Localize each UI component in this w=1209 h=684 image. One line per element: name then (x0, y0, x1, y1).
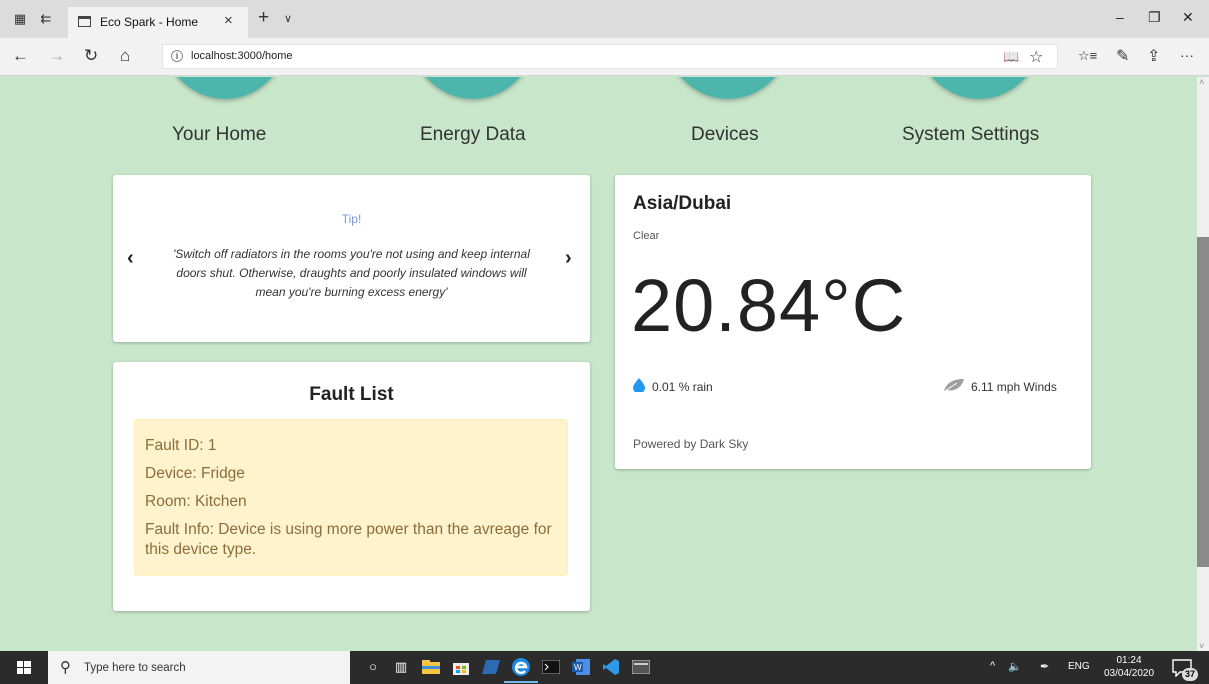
page-scrollbar[interactable]: ˄ ˅ (1197, 77, 1209, 651)
nav-circle-devices[interactable] (663, 77, 793, 99)
restore-button[interactable]: ❐ (1148, 9, 1161, 26)
fault-device: Device: Fridge (145, 465, 245, 482)
close-window-button[interactable]: ✕ (1182, 9, 1194, 26)
tab-close-icon[interactable]: × (224, 12, 233, 29)
page-favicon-icon (78, 16, 91, 27)
start-button[interactable] (0, 651, 48, 684)
volume-icon[interactable]: 🔈 (1008, 660, 1022, 673)
weather-card: Asia/Dubai Clear 20.84°C 0.01 % rain 6.1… (615, 175, 1091, 469)
leaf-wind-icon (944, 379, 964, 392)
windows-logo-icon (17, 661, 31, 674)
powershell-icon[interactable] (480, 656, 502, 678)
forward-button[interactable]: → (48, 46, 65, 66)
browser-titlebar: ▦ ⇇ Eco Spark - Home × + ∨ – ❐ ✕ (0, 0, 1209, 38)
reading-view-icon[interactable]: 📖 (1003, 49, 1019, 65)
tab-actions-icon[interactable]: ▦ (12, 11, 28, 27)
refresh-button[interactable]: ↻ (84, 46, 98, 66)
set-tabs-aside-icon[interactable]: ⇇ (38, 11, 54, 27)
fault-list-title: Fault List (309, 384, 394, 405)
pen-workspace-icon[interactable]: ✒ (1040, 660, 1049, 673)
weather-city: Asia/Dubai (633, 193, 732, 214)
nav-circle-your-home[interactable] (160, 77, 290, 99)
taskbar-search-box[interactable]: ⚲ Type here to search (48, 651, 350, 684)
carousel-prev-icon[interactable]: ‹ (127, 247, 134, 270)
raindrop-icon (633, 378, 645, 392)
language-indicator[interactable]: ENG (1068, 661, 1090, 672)
url-field[interactable]: i localhost:3000/home 📖 ☆ (162, 44, 1058, 69)
weather-rain: 0.01 % rain (652, 380, 713, 394)
tab-title: Eco Spark - Home (100, 15, 199, 29)
store-icon[interactable] (450, 656, 472, 678)
edge-browser-icon[interactable] (504, 656, 538, 683)
search-placeholder[interactable]: Type here to search (84, 662, 186, 674)
new-tab-button[interactable]: + (258, 8, 269, 28)
clock-time: 01:24 (1116, 655, 1142, 666)
cortana-icon[interactable]: ○ (362, 656, 384, 678)
minimize-button[interactable]: – (1116, 9, 1124, 25)
tip-carousel-card: Tip! ‹ 'Switch off radiators in the room… (113, 175, 590, 342)
add-favorite-icon[interactable]: ☆ (1029, 47, 1043, 67)
favorites-hub-icon[interactable]: ☆≡ (1078, 48, 1097, 64)
site-info-icon[interactable]: i (171, 50, 183, 62)
carousel-next-icon[interactable]: › (565, 247, 572, 270)
fault-id: Fault ID: 1 (145, 437, 217, 454)
fault-room: Room: Kitchen (145, 493, 247, 510)
powered-by-link[interactable]: Powered by Dark Sky (633, 437, 748, 451)
vscode-icon[interactable] (600, 656, 622, 678)
address-bar: ← → ↻ ⌂ i localhost:3000/home 📖 ☆ ☆≡ ✎ ⇪… (0, 38, 1209, 76)
nav-label-system-settings[interactable]: System Settings (902, 124, 1039, 146)
svg-text:W: W (574, 663, 582, 672)
task-view-icon[interactable]: ▥ (390, 656, 412, 678)
tab-eco-spark-home[interactable]: Eco Spark - Home × (68, 7, 248, 38)
nav-circle-system-settings[interactable] (914, 77, 1044, 99)
search-icon: ⚲ (60, 659, 71, 676)
taskbar-clock[interactable]: 01:24 03/04/2020 (1104, 654, 1154, 680)
weather-wind: 6.11 mph Winds (971, 380, 1057, 394)
notification-count-badge: 37 (1182, 668, 1198, 681)
fault-alert: Fault ID: 1 Device: Fridge Room: Kitchen… (134, 419, 568, 576)
scrollbar-thumb[interactable] (1197, 237, 1209, 567)
command-prompt-icon[interactable] (540, 656, 562, 678)
nav-circle-energy-data[interactable] (408, 77, 538, 99)
file-explorer-icon[interactable] (420, 656, 442, 678)
nav-label-energy-data[interactable]: Energy Data (420, 124, 526, 146)
tray-chevron-icon[interactable]: ^ (990, 660, 995, 672)
share-icon[interactable]: ⇪ (1147, 46, 1160, 66)
tip-text: 'Switch off radiators in the rooms you'r… (173, 247, 530, 299)
url-text[interactable]: localhost:3000/home (191, 50, 293, 62)
tip-title: Tip! (341, 212, 362, 226)
back-button[interactable]: ← (12, 46, 29, 66)
scroll-down-icon[interactable]: ˅ (1199, 641, 1204, 651)
home-button[interactable]: ⌂ (120, 46, 130, 66)
nav-label-devices[interactable]: Devices (691, 124, 759, 146)
weather-summary: Clear (633, 230, 660, 242)
windows-taskbar: ⚲ Type here to search ○ ▥ W ^ 🔈 ✒ ENG 01… (0, 651, 1209, 684)
clock-date: 03/04/2020 (1104, 668, 1155, 679)
fault-info: Fault Info: Device is using more power t… (145, 521, 552, 558)
terminal-window-icon[interactable] (630, 656, 652, 678)
add-notes-icon[interactable]: ✎ (1116, 46, 1129, 66)
page-viewport: Your Home Energy Data Devices System Set… (0, 77, 1197, 651)
nav-label-your-home[interactable]: Your Home (172, 124, 266, 146)
tab-list-chevron-icon[interactable]: ∨ (284, 12, 292, 25)
more-icon[interactable]: ··· (1180, 47, 1194, 63)
weather-temperature: 20.84°C (631, 264, 907, 347)
fault-list-card: Fault List Fault ID: 1 Device: Fridge Ro… (113, 362, 590, 611)
scroll-up-icon[interactable]: ˄ (1199, 77, 1204, 87)
word-icon[interactable]: W (570, 656, 592, 678)
